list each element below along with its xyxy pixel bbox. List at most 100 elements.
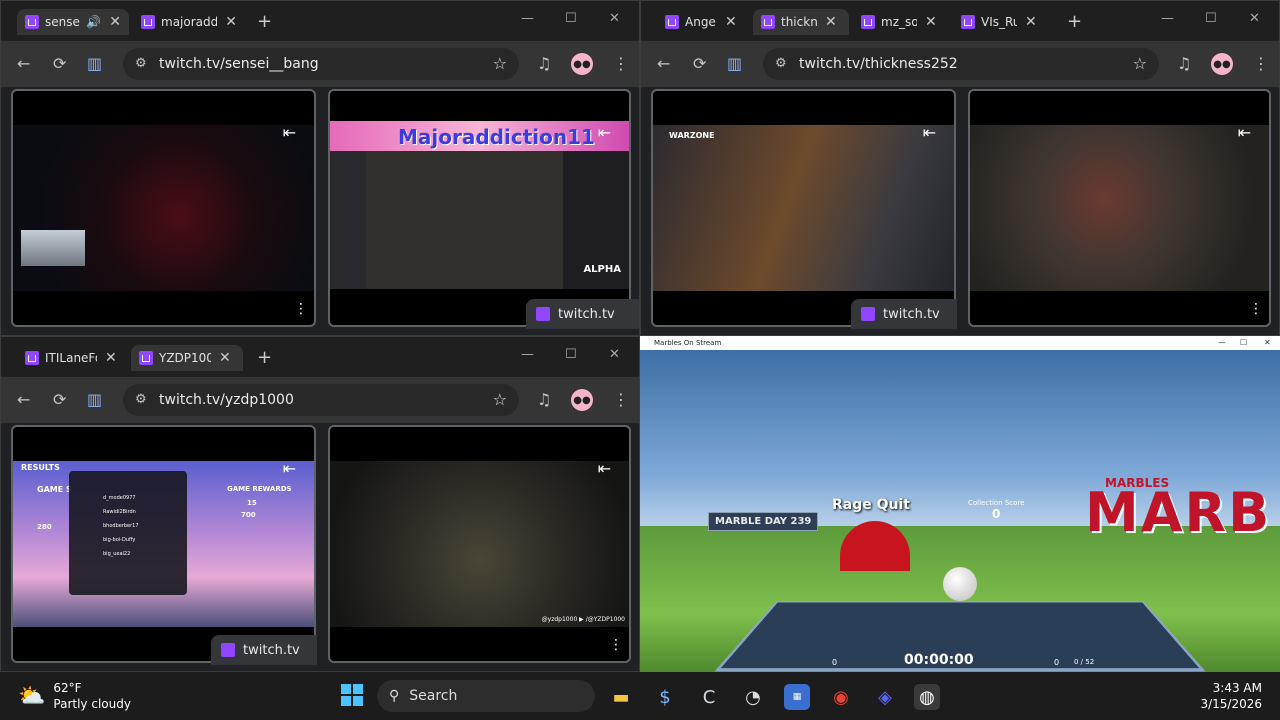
maximize-button[interactable]: ☐	[565, 11, 577, 26]
exit-pip-icon[interactable]: ⇤	[598, 123, 611, 142]
windows-taskbar: ⛅ 62°F Partly cloudy ⚲ Search ▬ $ C ◔ ▦ …	[0, 672, 1280, 720]
address-bar[interactable]: ⚙ twitch.tv/yzdp1000 ☆	[123, 384, 519, 416]
minimize-button[interactable]: —	[521, 347, 534, 362]
stream-tile-thickness[interactable]: ⇤ ⋮	[968, 89, 1271, 327]
stream-tile-sensei[interactable]: ⇤ ⋮	[11, 89, 316, 327]
tab-vls-ru[interactable]: VIs_Ru ✕	[953, 9, 1049, 35]
media-control-icon[interactable]: ♫	[537, 390, 551, 409]
more-options-icon[interactable]: ⋮	[294, 301, 308, 317]
profile-avatar[interactable]: ●●	[571, 389, 593, 411]
game-window-title: Marbles On Stream	[654, 339, 722, 347]
game-rewards-label: GAME REWARDS	[227, 485, 292, 493]
obs-icon[interactable]: ◔	[740, 684, 766, 710]
profile-avatar[interactable]: ●●	[571, 53, 593, 75]
exit-pip-icon[interactable]: ⇤	[283, 123, 296, 142]
hud-left-counter: 0	[832, 658, 838, 667]
minimize-button[interactable]: —	[1218, 336, 1226, 350]
maximize-button[interactable]: ☐	[565, 347, 577, 362]
address-bar[interactable]: ⚙ twitch.tv/sensei__bang ☆	[123, 48, 519, 80]
close-tab-icon[interactable]: ✕	[1025, 14, 1037, 30]
media-control-icon[interactable]: ♫	[537, 54, 551, 73]
tab-majoraddiction[interactable]: majoraddiction11 ✕	[133, 9, 245, 35]
system-clock[interactable]: 3:43 AM 3/15/2026	[1200, 680, 1262, 712]
close-tab-icon[interactable]: ✕	[225, 14, 237, 30]
stream-tile-warzone[interactable]: WARZONE ⇤	[651, 89, 956, 327]
tab-sensei[interactable]: sensei__bang 🔊 ✕	[17, 9, 129, 35]
back-icon[interactable]: ←	[657, 54, 670, 73]
profile-avatar[interactable]: ●●	[1211, 53, 1233, 75]
tab-itilanefox[interactable]: ITILaneFox ✕	[17, 345, 125, 371]
marbles-app-icon[interactable]: ◍	[914, 684, 940, 710]
close-window-button[interactable]: ✕	[609, 11, 620, 26]
browser-window-bottom-left: ITILaneFox ✕ YZDP1000 ✕ + — ☐ ✕ ← ⟳ ▥ ⚙ …	[0, 336, 640, 672]
stream-deck-icon[interactable]: ▦	[784, 684, 810, 710]
close-window-button[interactable]: ✕	[1249, 11, 1260, 26]
menu-icon[interactable]: ⋮	[1253, 54, 1269, 73]
reload-icon[interactable]: ⟳	[53, 54, 66, 73]
minimize-button[interactable]: —	[521, 11, 534, 26]
close-tab-icon[interactable]: ✕	[725, 14, 737, 30]
close-tab-icon[interactable]: ✕	[925, 14, 937, 30]
exit-pip-icon[interactable]: ⇤	[283, 459, 296, 478]
new-tab-button[interactable]: +	[1067, 11, 1082, 32]
more-options-icon[interactable]: ⋮	[1249, 301, 1263, 317]
new-tab-button[interactable]: +	[257, 11, 272, 32]
exit-pip-icon[interactable]: ⇤	[923, 123, 936, 142]
close-window-button[interactable]: ✕	[609, 347, 620, 362]
maximize-button[interactable]: ☐	[1240, 336, 1247, 350]
more-options-icon[interactable]: ⋮	[609, 637, 623, 653]
bookmark-star-icon[interactable]: ☆	[1133, 54, 1147, 73]
menu-icon[interactable]: ⋮	[613, 54, 629, 73]
taskbar-search[interactable]: ⚲ Search	[377, 680, 595, 712]
site-settings-icon[interactable]: ⚙	[135, 56, 147, 71]
weather-widget[interactable]: ⛅ 62°F Partly cloudy	[18, 680, 131, 712]
discord-icon[interactable]: ◈	[872, 684, 898, 710]
reload-icon[interactable]: ⟳	[53, 390, 66, 409]
bookmark-star-icon[interactable]: ☆	[493, 54, 507, 73]
new-tab-button[interactable]: +	[257, 347, 272, 368]
stream-tile-results[interactable]: RESULTS GAME S 280 d_mode0977 Rawidi2Bir…	[11, 425, 316, 663]
address-bar[interactable]: ⚙ twitch.tv/thickness252 ☆	[763, 48, 1159, 80]
close-window-button[interactable]: ✕	[1264, 336, 1271, 350]
bookmark-star-icon[interactable]: ☆	[493, 390, 507, 409]
tab-yzdp[interactable]: YZDP1000 ✕	[131, 345, 243, 371]
tab-search-chip[interactable]: twitch.tv	[211, 635, 317, 665]
tab-strip: sensei__bang 🔊 ✕ majoraddiction11 ✕ + — …	[1, 1, 639, 41]
tab-thickness[interactable]: thickness252 ✕	[753, 9, 849, 35]
media-control-icon[interactable]: ♫	[1177, 54, 1191, 73]
twitch-favicon-icon	[139, 351, 153, 365]
exit-pip-icon[interactable]: ⇤	[598, 459, 611, 478]
close-tab-icon[interactable]: ✕	[105, 350, 117, 366]
tab-angel[interactable]: AngelWolfie ✕	[657, 9, 749, 35]
start-button[interactable]	[341, 684, 363, 706]
tab-mz-social[interactable]: mz_social ✕	[853, 9, 949, 35]
site-settings-icon[interactable]: ⚙	[135, 392, 147, 407]
split-view-icon[interactable]: ▥	[87, 54, 102, 73]
ccleaner-icon[interactable]: C	[696, 684, 722, 710]
marbles-game-window[interactable]: Marbles On Stream — ☐ ✕ MARBLE DAY 239 R…	[640, 336, 1280, 672]
minimize-button[interactable]: —	[1161, 11, 1174, 26]
file-explorer-icon[interactable]: ▬	[608, 684, 634, 710]
menu-icon[interactable]: ⋮	[613, 390, 629, 409]
maximize-button[interactable]: ☐	[1205, 11, 1217, 26]
tab-label: VIs_Ru	[981, 15, 1017, 29]
close-tab-icon[interactable]: ✕	[219, 350, 231, 366]
tab-search-chip[interactable]: twitch.tv	[526, 299, 639, 329]
race-timer: 00:00:00	[904, 652, 974, 668]
site-settings-icon[interactable]: ⚙	[775, 56, 787, 71]
split-view-icon[interactable]: ▥	[87, 390, 102, 409]
tab-label: thickness252	[781, 15, 817, 29]
exit-pip-icon[interactable]: ⇤	[1238, 123, 1251, 142]
reload-icon[interactable]: ⟳	[693, 54, 706, 73]
speaker-icon[interactable]: 🔊	[86, 15, 101, 29]
stream-tile-yzdp[interactable]: @yzdp1000 ▶ /@YZDP1000 ⇤ ⋮	[328, 425, 631, 663]
sidekick-icon[interactable]: $	[652, 684, 678, 710]
stream-tile-majoraddiction[interactable]: Majoraddiction11 ALPHA ⇤	[328, 89, 631, 327]
chrome-icon[interactable]: ◉	[828, 684, 854, 710]
back-icon[interactable]: ←	[17, 54, 30, 73]
split-view-icon[interactable]: ▥	[727, 54, 742, 73]
back-icon[interactable]: ←	[17, 390, 30, 409]
close-tab-icon[interactable]: ✕	[825, 14, 837, 30]
tab-search-chip[interactable]: twitch.tv	[851, 299, 957, 329]
close-tab-icon[interactable]: ✕	[109, 14, 121, 30]
